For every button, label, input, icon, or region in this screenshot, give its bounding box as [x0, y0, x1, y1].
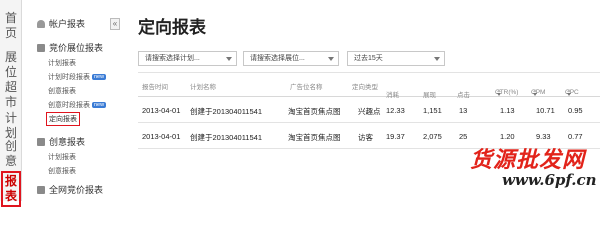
sort-icon[interactable] [497, 89, 501, 96]
new-badge: new [92, 74, 107, 80]
chevron-down-icon [434, 57, 440, 61]
cell-cpm: 10.71 [536, 106, 555, 115]
sidebar-item-plan-report[interactable]: 计划报表 [48, 58, 76, 68]
chevron-down-icon [226, 57, 232, 61]
plan-select-value: 请搜索选择计划... [145, 55, 200, 62]
cell-cpc: 0.95 [568, 106, 583, 115]
sidebar-item-label: 计划报表 [48, 154, 76, 161]
sidebar-item-creative-report[interactable]: 创意报表 [48, 86, 76, 96]
sidebar-account-report[interactable]: 帐户报表 [37, 17, 85, 30]
col-ad-position[interactable]: 广告位名称 [290, 81, 323, 91]
sidebar-item-creative-time-report[interactable]: 创意时段报表 new [48, 100, 107, 110]
cell-ad-position: 淘宝首页焦点图 [288, 107, 341, 116]
watermark-title: 货源批发网 [470, 147, 586, 173]
sidebar-bid-report[interactable]: 竞价展位报表 [37, 41, 103, 54]
col-targeting-type[interactable]: 定向类型 [352, 81, 378, 91]
watermark-url: www.6pf.cn [502, 171, 597, 189]
chevron-down-icon [328, 57, 334, 61]
sidebar-creative-report[interactable]: 创意报表 [37, 135, 85, 148]
page-title: 定向报表 [138, 18, 206, 37]
sort-icon[interactable] [567, 89, 571, 96]
table-row: 2013-04-01 创建于201304011541 淘宝首页焦点图 兴趣点 1… [138, 97, 600, 123]
sidebar-item-label: 创意报表 [48, 88, 76, 95]
date-range-value: 过去15天 [354, 55, 383, 62]
plan-select[interactable]: 请搜索选择计划... [138, 51, 237, 66]
date-range-select[interactable]: 过去15天 [347, 51, 445, 66]
main-left-nav: 首页 展位超市 计划 创意 报表 [0, 0, 22, 207]
nav-plan[interactable]: 计划 [3, 111, 19, 141]
sidebar-item-label: 定向报表 [49, 116, 77, 123]
sidebar-creative-report-label: 创意报表 [49, 137, 86, 147]
cell-targeting-type: 访客 [358, 133, 373, 142]
sidebar-item-targeting-report[interactable]: 定向报表 [46, 112, 80, 126]
cell-plan-name[interactable]: 创建于201304011541 [190, 106, 262, 117]
cell-plan-name[interactable]: 创建于201304011541 [190, 132, 262, 143]
report-sidebar: 帐户报表 竞价展位报表 计划报表 计划时段报表 new 创意报表 创意时段报表 ne… [23, 0, 128, 201]
sidebar-all-network-report[interactable]: 全网竞价报表 [37, 183, 103, 196]
sidebar-account-report-label: 帐户报表 [49, 19, 86, 29]
cell-report-time: 2013-04-01 [142, 132, 181, 141]
sidebar-item-plan-time-report[interactable]: 计划时段报表 new [48, 72, 107, 82]
sidebar-item-label: 计划时段报表 [48, 74, 90, 81]
cell-cost: 12.33 [386, 106, 405, 115]
cell-cpc: 0.77 [568, 132, 583, 141]
report-table: 报告时间 计划名称 广告位名称 定向类型 消耗 展现 点击 CTR(%) CPM… [138, 72, 600, 149]
cell-ad-position: 淘宝首页焦点图 [288, 133, 341, 142]
col-plan-name[interactable]: 计划名称 [190, 81, 216, 91]
cell-cpm: 9.33 [536, 132, 551, 141]
sidebar-item-plan-report-2[interactable]: 计划报表 [48, 152, 76, 162]
cell-cost: 19.37 [386, 132, 405, 141]
cell-clicks: 25 [459, 132, 468, 141]
cell-ctr: 1.20 [500, 132, 515, 141]
folder-icon [37, 44, 45, 52]
nav-home[interactable]: 首页 [3, 11, 19, 41]
col-report-time[interactable]: 报告时间 [142, 81, 168, 91]
cell-report-time: 2013-04-01 [142, 106, 181, 115]
sidebar-item-creative-report-2[interactable]: 创意报表 [48, 166, 76, 176]
folder-icon [37, 138, 45, 146]
sidebar-all-network-label: 全网竞价报表 [49, 185, 104, 195]
sidebar-item-label: 创意时段报表 [48, 102, 90, 109]
sidebar-bid-report-label: 竞价展位报表 [49, 43, 104, 53]
position-select[interactable]: 请搜索选择展位... [243, 51, 339, 66]
nav-report[interactable]: 报表 [1, 171, 21, 207]
user-icon [37, 20, 45, 28]
new-badge: new [92, 102, 107, 108]
folder-icon [37, 186, 45, 194]
cell-clicks: 13 [459, 106, 468, 115]
sidebar-item-label: 计划报表 [48, 60, 76, 67]
sidebar-item-label: 创意报表 [48, 168, 76, 175]
cell-impressions: 2,075 [423, 132, 442, 141]
collapse-sidebar-button[interactable]: « [110, 18, 120, 30]
nav-creative[interactable]: 创意 [3, 139, 19, 169]
position-select-value: 请搜索选择展位... [250, 55, 305, 62]
cell-targeting-type: 兴趣点 [358, 107, 381, 116]
cell-impressions: 1,151 [423, 106, 442, 115]
sort-icon[interactable] [533, 89, 537, 96]
cell-ctr: 1.13 [500, 106, 515, 115]
table-header: 报告时间 计划名称 广告位名称 定向类型 消耗 展现 点击 CTR(%) CPM… [138, 72, 600, 99]
nav-booth-market[interactable]: 展位超市 [3, 50, 19, 110]
